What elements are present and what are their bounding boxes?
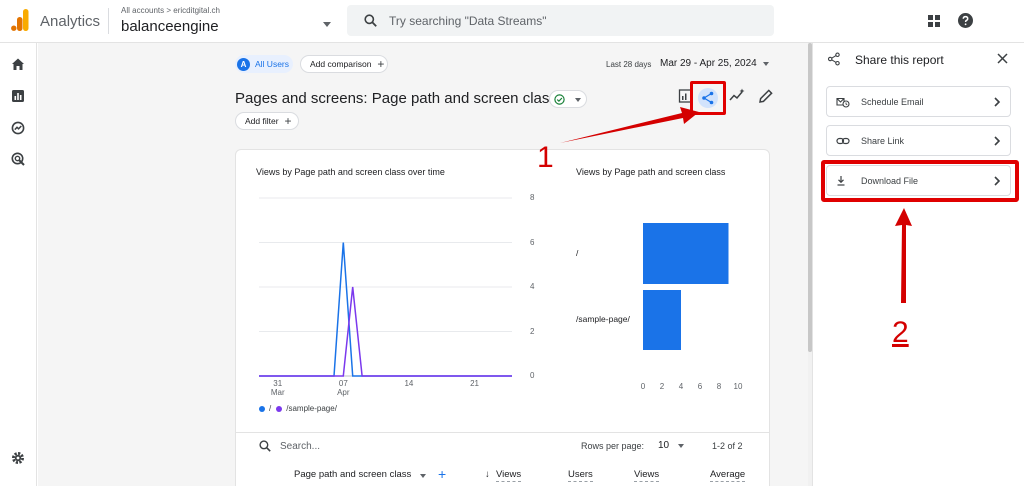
bar-category-root: / — [576, 247, 579, 258]
x-tick-label: 8 — [716, 382, 722, 391]
left-nav — [0, 43, 37, 486]
report-canvas: A All Users Add comparison + Last 28 day… — [38, 43, 808, 486]
search-icon — [259, 440, 271, 452]
help-icon[interactable] — [958, 13, 973, 28]
chevron-right-icon — [994, 97, 1001, 107]
x-tick-label: 6 — [697, 382, 703, 391]
add-dimension-plus-icon[interactable]: + — [438, 466, 446, 482]
rows-per-page-select[interactable]: 10 — [658, 440, 669, 451]
bar-sample-page[interactable] — [643, 290, 681, 350]
annotation-number-2: 2 — [892, 316, 909, 349]
x-tick-label: 4 — [678, 382, 684, 391]
account-breadcrumb[interactable]: All accounts > ericditgital.ch — [121, 6, 220, 15]
table-search-input[interactable]: Search... — [280, 441, 320, 452]
advertising-icon[interactable] — [11, 152, 25, 166]
divider — [108, 8, 109, 34]
bar-category-sample-page: /sample-page/ — [576, 314, 630, 324]
analytics-logo[interactable] — [11, 9, 29, 31]
share-panel: Share this report Schedule Email Share L… — [812, 43, 1024, 486]
app-name: Analytics — [40, 13, 101, 30]
home-icon[interactable] — [11, 57, 25, 71]
bar-chart[interactable] — [38, 43, 808, 486]
reports-icon[interactable] — [11, 89, 25, 103]
apps-grid-icon[interactable] — [928, 15, 940, 27]
link-icon — [836, 137, 850, 145]
schedule-email-label: Schedule Email — [861, 97, 924, 107]
property-selector[interactable]: balanceengine — [121, 18, 219, 35]
x-tick-label: 0 — [640, 382, 646, 391]
settings-gear-icon[interactable] — [11, 451, 25, 465]
explore-icon[interactable] — [11, 121, 25, 135]
bar-root[interactable] — [643, 223, 729, 284]
column-header-views[interactable]: Views — [496, 469, 522, 482]
x-tick-label: 2 — [659, 382, 665, 391]
search-input[interactable]: Try searching "Data Streams" — [389, 14, 546, 28]
chevron-right-icon — [994, 136, 1001, 146]
share-link-label: Share Link — [861, 136, 905, 146]
column-header-users[interactable]: Users — [568, 469, 593, 482]
search-icon — [364, 14, 377, 27]
column-header-average[interactable]: Average — [710, 469, 746, 482]
search-bar[interactable]: Try searching "Data Streams" — [347, 5, 774, 36]
top-bar: Analytics All accounts > ericditgital.ch… — [0, 0, 1024, 43]
share-icon — [827, 52, 840, 66]
x-tick-label: 10 — [733, 382, 743, 391]
download-highlight-box — [821, 160, 1019, 202]
share-link-option[interactable]: Share Link — [826, 125, 1011, 156]
schedule-email-icon — [836, 97, 850, 108]
chevron-down-icon[interactable] — [420, 474, 426, 478]
sort-arrow-icon[interactable]: ↓ — [485, 469, 490, 480]
close-icon[interactable] — [996, 52, 1009, 65]
schedule-email-option[interactable]: Schedule Email — [826, 86, 1011, 117]
chevron-down-icon[interactable] — [323, 22, 331, 27]
annotation-number-1: 1 — [537, 141, 554, 174]
pagination-status: 1-2 of 2 — [712, 441, 743, 451]
panel-title: Share this report — [855, 53, 944, 67]
chevron-down-icon[interactable] — [678, 444, 684, 448]
column-header-views-per-user[interactable]: Views — [634, 469, 660, 482]
divider — [236, 432, 769, 433]
column-header-page-path[interactable]: Page path and screen class — [294, 469, 411, 480]
rows-per-page-label: Rows per page: — [581, 441, 645, 451]
